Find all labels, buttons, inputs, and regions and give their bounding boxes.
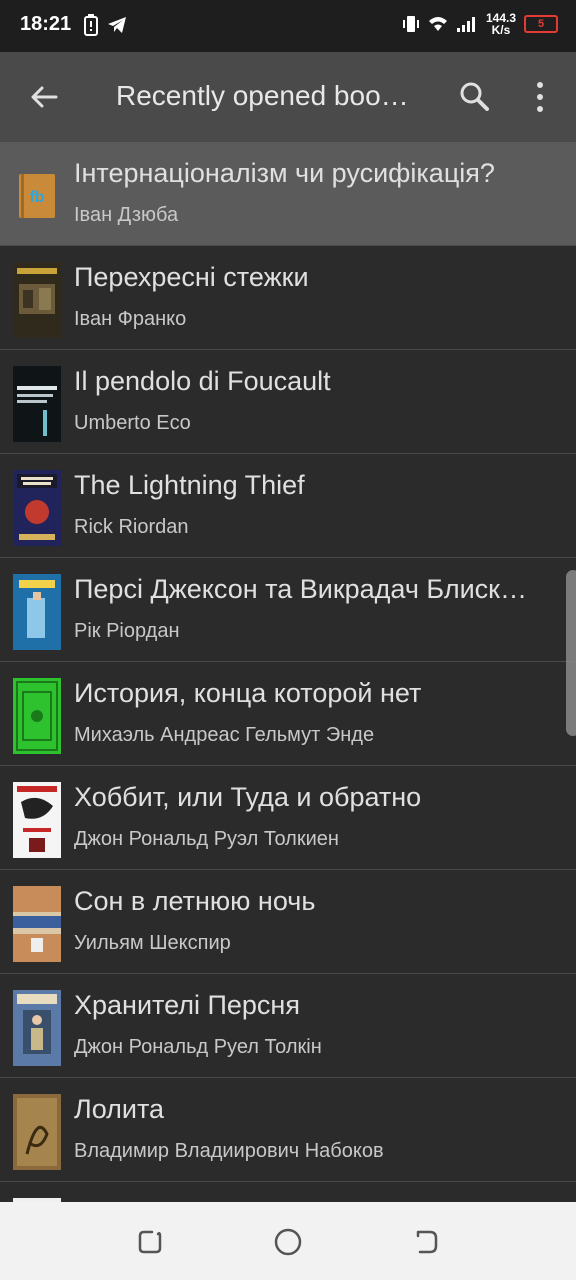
telegram-icon <box>108 17 126 33</box>
book-cover <box>13 366 61 442</box>
book-list-item[interactable]: fb Інтернаціоналізм чи русифікація? Іван… <box>0 142 576 246</box>
book-cover <box>13 1094 61 1170</box>
recents-icon <box>138 1230 162 1254</box>
app-bar: Recently opened boo… <box>0 52 576 142</box>
book-title: Лолита <box>74 1094 165 1124</box>
book-list-item[interactable]: Il pendolo di Foucault Umberto Eco <box>0 350 576 454</box>
arrow-left-icon <box>31 86 58 108</box>
book-author: Umberto Eco <box>74 412 191 434</box>
book-author: Уильям Шекспир <box>74 932 231 954</box>
nav-home-button[interactable] <box>268 1222 308 1262</box>
book-author: Рік Ріордан <box>74 620 180 642</box>
book-title: История, конца которой нет <box>74 678 422 708</box>
book-cover-fb-icon: fb <box>13 158 61 234</box>
book-title: The Lightning Thief <box>74 470 305 500</box>
vibrate-icon <box>402 16 419 32</box>
book-title: Перехресні стежки <box>74 262 309 292</box>
battery-saver-icon <box>84 14 98 36</box>
network-speed: 144.3 K/s <box>485 11 516 37</box>
scrollbar-thumb[interactable] <box>566 570 576 736</box>
status-bar: 18:21 144.3 K/s 5 <box>0 0 576 52</box>
book-title: Сон в летнюю ночь <box>74 886 316 916</box>
book-title: Інтернаціоналізм чи русифікація? <box>74 158 495 188</box>
book-list-item[interactable]: Хранителі Персня Джон Рональд Руел Толкі… <box>0 974 576 1078</box>
book-cover <box>13 886 61 962</box>
book-list-item[interactable] <box>0 1182 576 1202</box>
book-list-item[interactable]: Лолита Владимир Владиирович Набоков <box>0 1078 576 1182</box>
more-vert-icon <box>537 82 543 112</box>
signal-icon <box>456 17 475 32</box>
book-author: Владимир Владиирович Набоков <box>74 1140 384 1162</box>
book-list-item[interactable]: The Lightning Thief Rick Riordan <box>0 454 576 558</box>
svg-text:fb: fb <box>29 189 44 206</box>
book-list-item[interactable]: Хоббит, или Туда и обратно Джон Рональд … <box>0 766 576 870</box>
book-list-item[interactable]: Персі Джексон та Викрадач Блиск… Рік Ріо… <box>0 558 576 662</box>
book-author: Іван Франко <box>74 308 187 330</box>
battery-indicator: 5 <box>524 15 558 33</box>
search-button[interactable] <box>454 76 496 118</box>
book-cover <box>13 262 61 338</box>
book-author: Іван Дзюба <box>74 204 179 226</box>
book-cover <box>13 782 61 858</box>
system-nav-bar <box>0 1202 576 1280</box>
nav-recents-button[interactable] <box>130 1222 170 1262</box>
book-title: Хоббит, или Туда и обратно <box>74 782 422 812</box>
back-icon <box>416 1230 438 1254</box>
book-author: Джон Рональд Руел Толкін <box>74 1036 322 1058</box>
book-list-item[interactable]: Перехресні стежки Іван Франко <box>0 246 576 350</box>
page-title: Recently opened boo… <box>116 80 409 111</box>
overflow-menu-button[interactable] <box>522 76 558 118</box>
book-cover <box>13 990 61 1066</box>
status-time: 18:21 <box>20 13 72 35</box>
wifi-icon <box>428 17 447 31</box>
book-list-item[interactable]: Сон в летнюю ночь Уильям Шекспир <box>0 870 576 974</box>
book-author: Rick Riordan <box>74 516 189 538</box>
book-cover <box>13 678 61 754</box>
book-title: Хранителі Персня <box>74 990 300 1020</box>
book-list[interactable]: fb Інтернаціоналізм чи русифікація? Іван… <box>0 142 576 1202</box>
book-author: Михаэль Андреас Гельмут Энде <box>74 724 375 746</box>
book-title: Il pendolo di Foucault <box>74 366 331 396</box>
book-title: Персі Джексон та Викрадач Блиск… <box>74 574 527 604</box>
nav-back-button[interactable] <box>406 1222 446 1262</box>
book-list-item[interactable]: История, конца которой нет Михаэль Андре… <box>0 662 576 766</box>
book-author: Джон Рональд Руэл Толкиен <box>74 828 339 850</box>
book-cover <box>13 470 61 546</box>
home-icon <box>274 1228 302 1256</box>
back-button[interactable] <box>24 76 66 118</box>
search-icon <box>460 82 489 111</box>
book-cover <box>13 574 61 650</box>
